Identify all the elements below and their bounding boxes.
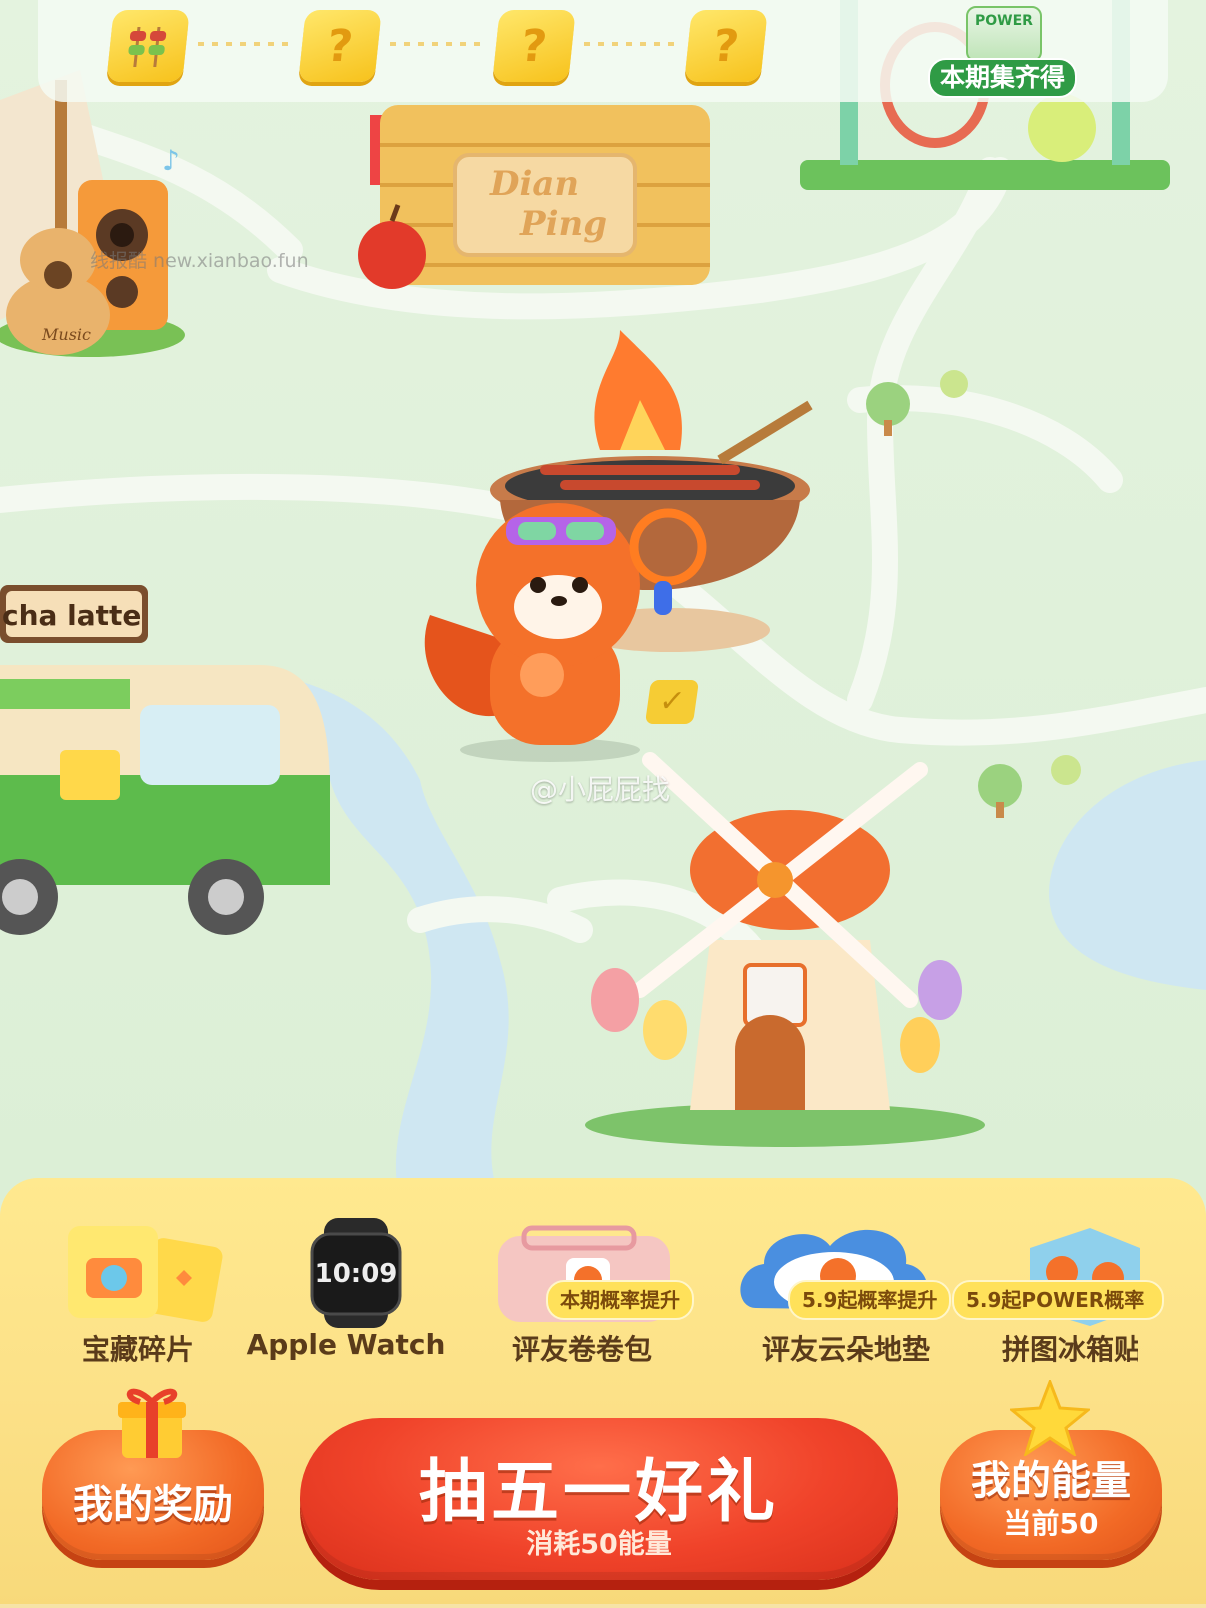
- my-rewards-button[interactable]: 我的奖励: [42, 1388, 264, 1560]
- apple-watch-icon: 10:09: [310, 1218, 402, 1328]
- skewer-icon: [128, 27, 167, 67]
- prize-item-apple-watch[interactable]: 10:09: [254, 1218, 454, 1332]
- probability-tag: 5.9起POWER概率: [952, 1280, 1164, 1320]
- probability-tag: 5.9起概率提升: [788, 1280, 952, 1320]
- progress-dots: [584, 42, 680, 46]
- locked-slot-4[interactable]: ?: [684, 10, 768, 82]
- music-stand-building[interactable]: Music ♪: [0, 60, 190, 360]
- question-mark-icon: ?: [710, 20, 742, 72]
- scene-map[interactable]: Music ♪ Dian Ping ✓ cha latte 线报酷 new.xi…: [0, 0, 1206, 1200]
- collect-all-reward-label: 本期集齐得: [928, 58, 1078, 98]
- food-truck-building[interactable]: cha latte: [0, 585, 340, 945]
- draw-prize-button[interactable]: 抽五一好礼 消耗50能量: [300, 1418, 898, 1580]
- probability-tag: 本期概率提升: [546, 1280, 694, 1320]
- locked-slot-3[interactable]: ?: [492, 10, 576, 82]
- prize-label: 评友云朵地垫: [761, 1333, 930, 1366]
- basket-sign-line2: Ping: [519, 204, 607, 244]
- collected-skewer-slot[interactable]: [106, 10, 190, 82]
- question-mark-icon: ?: [324, 20, 356, 72]
- power-badge-icon[interactable]: POWER: [966, 6, 1042, 62]
- prize-label: 宝藏碎片: [81, 1333, 194, 1366]
- prize-label: Apple Watch: [246, 1328, 446, 1361]
- my-rewards-label: 我的奖励: [73, 1482, 233, 1528]
- basket-sign-line1: Dian: [489, 164, 579, 204]
- prize-label: 评友卷卷包: [511, 1333, 652, 1366]
- my-energy-button[interactable]: 我的能量 当前50: [940, 1380, 1162, 1560]
- locked-slot-2[interactable]: ?: [298, 10, 382, 82]
- treasure-fragment-icon: [68, 1226, 223, 1322]
- red-panda-mascot[interactable]: [410, 495, 720, 765]
- progress-dots: [198, 42, 294, 46]
- prize-item-treasure-fragments[interactable]: [38, 1218, 238, 1332]
- gift-box-icon: [118, 1388, 186, 1458]
- current-energy-value: 当前50: [1003, 1507, 1099, 1540]
- svg-text:♪: ♪: [162, 144, 180, 177]
- picnic-basket-building[interactable]: Dian Ping: [350, 95, 710, 305]
- prize-label: 拼图冰箱贴: [1002, 1333, 1138, 1366]
- music-sign: Music: [41, 325, 91, 344]
- watermark-top: 线报酷 new.xianbao.fun: [90, 250, 309, 272]
- draw-cost-text: 消耗50能量: [526, 1529, 672, 1560]
- draw-prize-title: 抽五一好礼: [418, 1453, 779, 1532]
- progress-dots: [390, 42, 486, 46]
- star-icon: [1010, 1380, 1090, 1456]
- question-mark-icon: ?: [518, 20, 550, 72]
- my-energy-label: 我的能量: [971, 1458, 1131, 1504]
- check-tile-icon: ✓: [644, 680, 700, 724]
- truck-sign: cha latte: [2, 599, 141, 632]
- watermark-mid: @小屁屁找: [530, 773, 671, 806]
- watch-time: 10:09: [315, 1259, 398, 1289]
- power-badge-text: POWER: [975, 13, 1033, 29]
